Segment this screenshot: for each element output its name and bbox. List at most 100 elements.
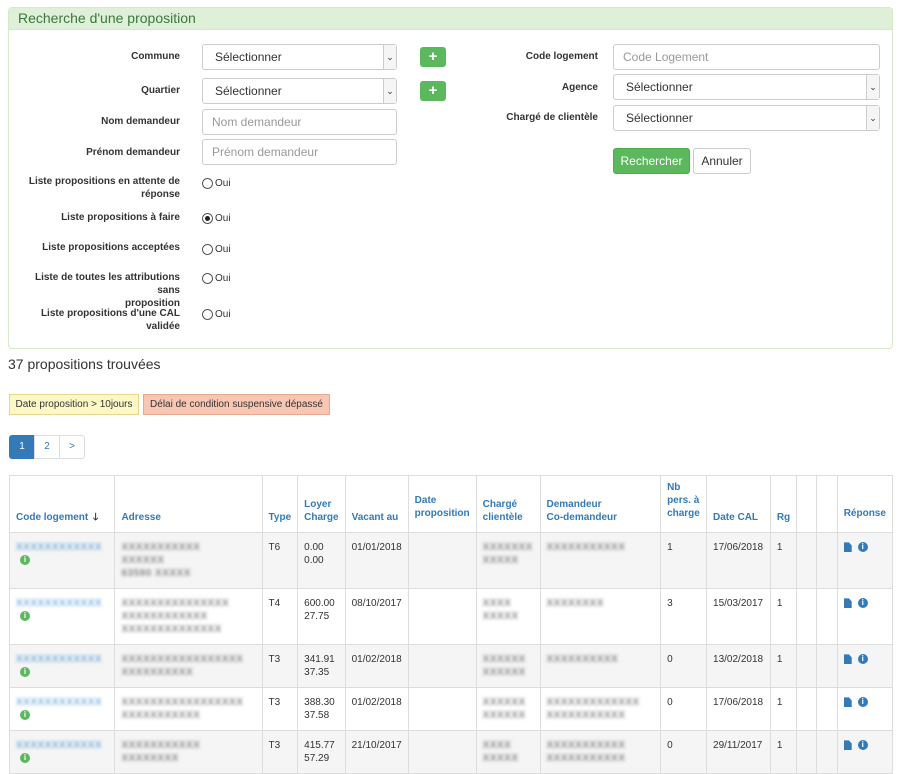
info-icon[interactable]: i <box>20 753 30 764</box>
radio-cal[interactable]: Oui <box>202 309 231 320</box>
info-icon[interactable]: i <box>857 654 868 665</box>
cell-date-proposition <box>407 532 477 589</box>
cell-empty <box>796 687 818 731</box>
col-loyer[interactable]: Loyer Charge <box>297 475 346 533</box>
add-commune-button[interactable]: + <box>420 47 446 67</box>
document-icon[interactable] <box>843 542 852 553</box>
radio-acceptees[interactable]: Oui <box>202 244 231 255</box>
radio-attente[interactable]: Oui <box>202 178 231 189</box>
redacted-text: XXXXXX <box>121 555 165 566</box>
redacted-text: XXXXX <box>482 753 519 764</box>
radio-circle <box>202 309 213 320</box>
redacted-text: XXXXXXXXXXX <box>546 753 626 764</box>
cell-type: T3 <box>261 730 299 774</box>
cell-code[interactable]: XXXXXXXXXXXXi <box>8 730 116 774</box>
commune-select[interactable]: Sélectionner ⌄ <box>202 44 397 70</box>
cell-adresse: XXXXXXXXXXXXXXXXX XXXXXXXXXX <box>114 644 263 688</box>
code-logement-link[interactable]: XXXXXXXXXXXX <box>16 597 102 610</box>
col-adresse[interactable]: Adresse <box>114 475 263 533</box>
redacted-text: XXXXXXXXXXX <box>546 710 626 721</box>
cell-date-proposition <box>407 588 477 645</box>
cell-date-proposition <box>407 730 477 774</box>
code-logement-link[interactable]: XXXXXXXXXXXX <box>16 653 102 666</box>
label-prenom: Prénom demandeur <box>86 147 180 158</box>
radio-toutes[interactable]: Oui <box>202 273 231 284</box>
col-code-logement[interactable]: Code logement 🡓 <box>8 475 116 533</box>
code-logement-link[interactable]: XXXXXXXXXXXX <box>16 541 102 554</box>
info-icon[interactable]: i <box>857 542 868 553</box>
redacted-text: XXXXXX <box>482 654 526 665</box>
col-date-cal[interactable]: Date CAL <box>706 475 771 533</box>
document-icon[interactable] <box>843 740 852 751</box>
agence-select[interactable]: Sélectionner ⌄ <box>613 74 880 100</box>
nom-demandeur-input[interactable]: Nom demandeur <box>202 109 397 135</box>
info-icon[interactable]: i <box>857 740 868 751</box>
cell-vacant: 01/02/2018 <box>344 644 409 688</box>
redacted-text: XXXXXXXXXXX <box>121 710 201 721</box>
cell-date-cal: 17/06/2018 <box>706 687 771 731</box>
prenom-demandeur-input[interactable]: Prénom demandeur <box>202 139 397 165</box>
document-icon[interactable] <box>843 654 852 665</box>
cell-code[interactable]: XXXXXXXXXXXXi <box>8 687 116 731</box>
cell-reponse: i <box>836 644 894 688</box>
cell-adresse: XXXXXXXXXXX XXXXXXXX <box>114 730 263 774</box>
cell-rg: 1 <box>769 644 798 688</box>
info-icon[interactable]: i <box>20 555 30 566</box>
label-agence: Agence <box>561 82 598 93</box>
label-afaire: Liste propositions à faire <box>61 212 180 223</box>
quartier-select[interactable]: Sélectionner ⌄ <box>202 78 397 104</box>
page-2-link[interactable]: 2 <box>34 435 60 459</box>
col-charge-clientele[interactable]: Chargé clientèle <box>475 475 541 533</box>
cell-charge-clientele: XXXX XXXXX <box>475 588 541 645</box>
charge-clientele-select[interactable]: Sélectionner ⌄ <box>613 105 880 131</box>
search-button[interactable]: Rechercher <box>613 148 690 174</box>
code-logement-link[interactable]: XXXXXXXXXXXX <box>16 739 102 752</box>
document-icon[interactable] <box>843 598 852 609</box>
col-type[interactable]: Type <box>261 475 299 533</box>
radio-afaire[interactable]: Oui <box>202 213 231 224</box>
col-rg[interactable]: Rg <box>769 475 798 533</box>
cell-adresse: XXXXXXXXXXXXXXXXX XXXXXXXXXXX <box>114 687 263 731</box>
label-attente: Liste propositions en attente de réponse <box>28 176 180 200</box>
code-logement-input[interactable]: Code Logement <box>613 44 880 70</box>
cell-loyer: 341.91 37.35 <box>297 644 346 688</box>
cell-nb-personnes: 0 <box>660 730 708 774</box>
col-reponse[interactable]: Réponse <box>836 475 894 533</box>
cell-reponse: i <box>836 532 894 589</box>
cell-date-cal: 15/03/2017 <box>706 588 771 645</box>
cell-code[interactable]: XXXXXXXXXXXXi <box>8 588 116 645</box>
col-vacant[interactable]: Vacant au <box>344 475 409 533</box>
col-nb-personnes[interactable]: Nb pers. à charge <box>660 475 708 533</box>
info-icon[interactable]: i <box>20 667 30 678</box>
info-icon[interactable]: i <box>20 611 30 622</box>
cell-date-cal: 29/11/2017 <box>706 730 771 774</box>
col-date-proposition[interactable]: Date proposition <box>407 475 477 533</box>
label-cal: Liste propositions d'une CAL validée <box>40 308 180 332</box>
page-1-link[interactable]: 1 <box>9 435 35 459</box>
redacted-text: XXXXX <box>482 611 519 622</box>
cell-empty <box>816 687 838 731</box>
cancel-button[interactable]: Annuler <box>693 148 751 174</box>
cell-type: T3 <box>261 687 299 731</box>
cell-code[interactable]: XXXXXXXXXXXXi <box>8 644 116 688</box>
code-logement-link[interactable]: XXXXXXXXXXXX <box>16 696 102 709</box>
cell-empty <box>816 730 838 774</box>
chevron-down-icon: ⌄ <box>866 106 879 130</box>
info-icon[interactable]: i <box>857 697 868 708</box>
col-demandeur[interactable]: Demandeur Co-demandeur <box>539 475 662 533</box>
cell-charge-clientele: XXXX XXXXX <box>475 730 541 774</box>
cell-empty <box>816 532 838 589</box>
redacted-text: XXXXXXXXXXXXXXX <box>121 598 230 609</box>
next-page-link[interactable]: > <box>59 435 85 459</box>
table-row: XXXXXXXXXXXXiXXXXXXXXXXXXXXXXXXXXXXXXXXX… <box>8 687 894 731</box>
document-icon[interactable] <box>843 697 852 708</box>
add-quartier-button[interactable]: + <box>420 81 446 101</box>
cell-type: T3 <box>261 644 299 688</box>
info-icon[interactable]: i <box>20 710 30 721</box>
cell-charge-clientele: XXXXXXXXXXXX <box>475 532 541 589</box>
cell-code[interactable]: XXXXXXXXXXXXi <box>8 532 116 589</box>
redacted-text: XXXXXXXXXXXXX <box>546 697 640 708</box>
cell-empty <box>796 644 818 688</box>
radio-circle <box>202 213 213 224</box>
info-icon[interactable]: i <box>857 598 868 609</box>
